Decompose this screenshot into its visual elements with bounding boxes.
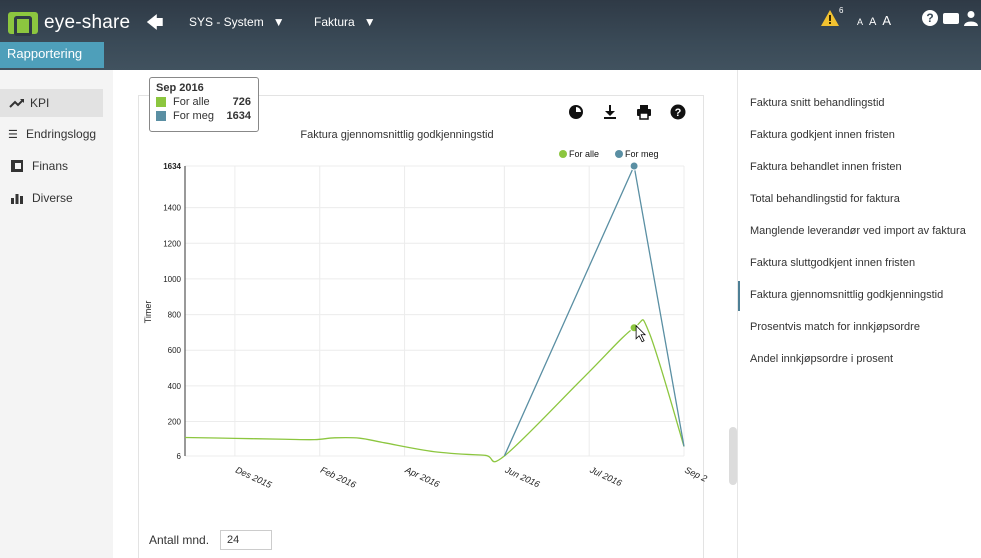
legend-marker bbox=[615, 150, 623, 158]
antall-mnd-label: Antall mnd. bbox=[149, 533, 210, 547]
tooltip-row: For meg 1634 bbox=[156, 109, 252, 123]
y-tick-label: 600 bbox=[168, 346, 182, 355]
help-icon[interactable]: ? bbox=[670, 104, 686, 120]
font-size-controls: A A A bbox=[857, 13, 891, 28]
y-tick-label: 800 bbox=[168, 311, 182, 320]
finance-icon bbox=[11, 160, 23, 172]
faktura-dropdown-label: Faktura bbox=[314, 15, 355, 29]
report-item[interactable]: Faktura sluttgodkjent innen fristen bbox=[750, 247, 915, 279]
faktura-dropdown[interactable]: Faktura ▼ bbox=[314, 15, 376, 29]
keyboard-icon[interactable] bbox=[943, 13, 959, 24]
x-tick-label: Jun 2016 bbox=[503, 464, 542, 489]
download-icon[interactable] bbox=[602, 104, 618, 120]
font-size-large[interactable]: A bbox=[882, 13, 891, 28]
top-bar: eye-share 🡄 SYS - System ▼ Faktura ▼ 6 A… bbox=[0, 0, 981, 70]
help-icon[interactable]: ? bbox=[922, 10, 938, 26]
x-tick-label: Sep 2 bbox=[683, 465, 709, 484]
series-line-for-alle bbox=[184, 319, 685, 463]
sidebar-item-endringslogg[interactable]: ☰ Endringslogg bbox=[0, 120, 103, 148]
y-tick-label: 1400 bbox=[163, 204, 181, 213]
report-item[interactable]: Faktura godkjent innen fristen bbox=[750, 119, 895, 151]
active-report-indicator bbox=[738, 281, 740, 311]
logo-mark-icon bbox=[8, 12, 38, 36]
legend-marker bbox=[559, 150, 567, 158]
tooltip-series-name: For meg bbox=[173, 110, 214, 122]
tooltip-swatch bbox=[156, 111, 166, 121]
report-list: Faktura snitt behandlingstid Faktura godk… bbox=[737, 70, 981, 558]
tab-rapportering[interactable]: Rapportering bbox=[0, 42, 104, 68]
warning-icon[interactable] bbox=[820, 9, 840, 27]
report-item[interactable]: Prosentvis match for innkjøpsordre bbox=[750, 311, 920, 343]
sidebar-item-kpi[interactable]: KPI bbox=[0, 89, 103, 117]
y-axis-label: Timer bbox=[143, 301, 153, 324]
x-tick-label: Apr 2016 bbox=[403, 464, 441, 489]
font-size-medium[interactable]: A bbox=[869, 16, 876, 28]
scrollbar[interactable] bbox=[729, 427, 737, 485]
report-item[interactable]: Andel innkjøpsordre i prosent bbox=[750, 343, 893, 375]
legend-label: For meg bbox=[625, 149, 659, 159]
y-tick-label: 400 bbox=[168, 382, 182, 391]
tooltip-date: Sep 2016 bbox=[156, 82, 204, 94]
svg-text:?: ? bbox=[675, 107, 682, 119]
chevron-down-icon: ▼ bbox=[272, 15, 285, 29]
sidebar-item-label: KPI bbox=[30, 96, 50, 110]
antall-mnd-control: Antall mnd. bbox=[149, 530, 273, 550]
tooltip-series-value: 1634 bbox=[226, 110, 251, 122]
report-item[interactable]: Manglende leverandør ved import av faktu… bbox=[750, 215, 966, 247]
report-item[interactable]: Faktura behandlet innen fristen bbox=[750, 151, 902, 183]
x-tick-label: Des 2015 bbox=[234, 465, 274, 491]
tooltip-swatch bbox=[156, 97, 166, 107]
report-item[interactable]: Faktura snitt behandlingstid bbox=[750, 87, 885, 119]
legend-label: For alle bbox=[569, 149, 599, 159]
x-tick-label: Feb 2016 bbox=[319, 465, 358, 490]
trend-icon bbox=[9, 99, 24, 108]
font-size-small[interactable]: A bbox=[857, 17, 863, 27]
tooltip-series-name: For alle bbox=[173, 96, 210, 108]
print-icon[interactable] bbox=[636, 104, 652, 120]
user-icon[interactable] bbox=[964, 10, 978, 26]
back-arrow-icon[interactable]: 🡄 bbox=[146, 10, 164, 39]
y-tick-label: 1200 bbox=[163, 239, 181, 248]
x-tick-label: Jul 2016 bbox=[587, 464, 623, 488]
app-logo[interactable]: eye-share bbox=[8, 8, 130, 38]
sidebar-item-label: Endringslogg bbox=[26, 127, 97, 141]
chart-tooltip: Sep 2016 For alle 726 For meg 1634 bbox=[149, 77, 259, 132]
sidebar-item-finans[interactable]: Finans bbox=[0, 152, 103, 180]
y-tick-label: 1000 bbox=[163, 275, 181, 284]
chevron-down-icon: ▼ bbox=[363, 15, 376, 29]
data-point-for-meg bbox=[629, 161, 639, 171]
series-line-for-meg bbox=[503, 163, 685, 457]
system-dropdown-label: SYS - System bbox=[189, 15, 264, 29]
sidebar: KPI ☰ Endringslogg Finans Diverse bbox=[0, 70, 113, 558]
tooltip-series-value: 726 bbox=[232, 96, 251, 108]
system-dropdown[interactable]: SYS - System ▼ bbox=[189, 15, 285, 29]
sidebar-item-diverse[interactable]: Diverse bbox=[0, 184, 103, 212]
line-chart: Faktura gjennomsnittlig godkjenningstid F… bbox=[143, 129, 709, 491]
list-icon: ☰ bbox=[8, 128, 18, 141]
tooltip-row: For alle 726 bbox=[156, 95, 252, 109]
chart-toolbar: ? bbox=[568, 104, 686, 120]
logo-text: eye-share bbox=[44, 12, 131, 33]
antall-mnd-input[interactable] bbox=[220, 530, 273, 550]
sidebar-item-label: Diverse bbox=[32, 191, 73, 205]
pie-icon[interactable] bbox=[568, 104, 584, 120]
bar-chart-icon bbox=[11, 194, 23, 204]
report-item[interactable]: Total behandlingstid for faktura bbox=[750, 183, 900, 215]
mouse-cursor-icon bbox=[635, 324, 647, 343]
y-tick-label: 200 bbox=[168, 417, 182, 426]
sidebar-item-label: Finans bbox=[32, 159, 69, 173]
report-item[interactable]: Faktura gjennomsnittlig godkjenningstid bbox=[750, 279, 943, 311]
warning-count: 6 bbox=[839, 6, 844, 15]
y-tick-label: 1634 bbox=[163, 162, 181, 171]
y-tick-label: 6 bbox=[177, 452, 182, 461]
chart-title: Faktura gjennomsnittlig godkjenningstid bbox=[300, 129, 493, 141]
